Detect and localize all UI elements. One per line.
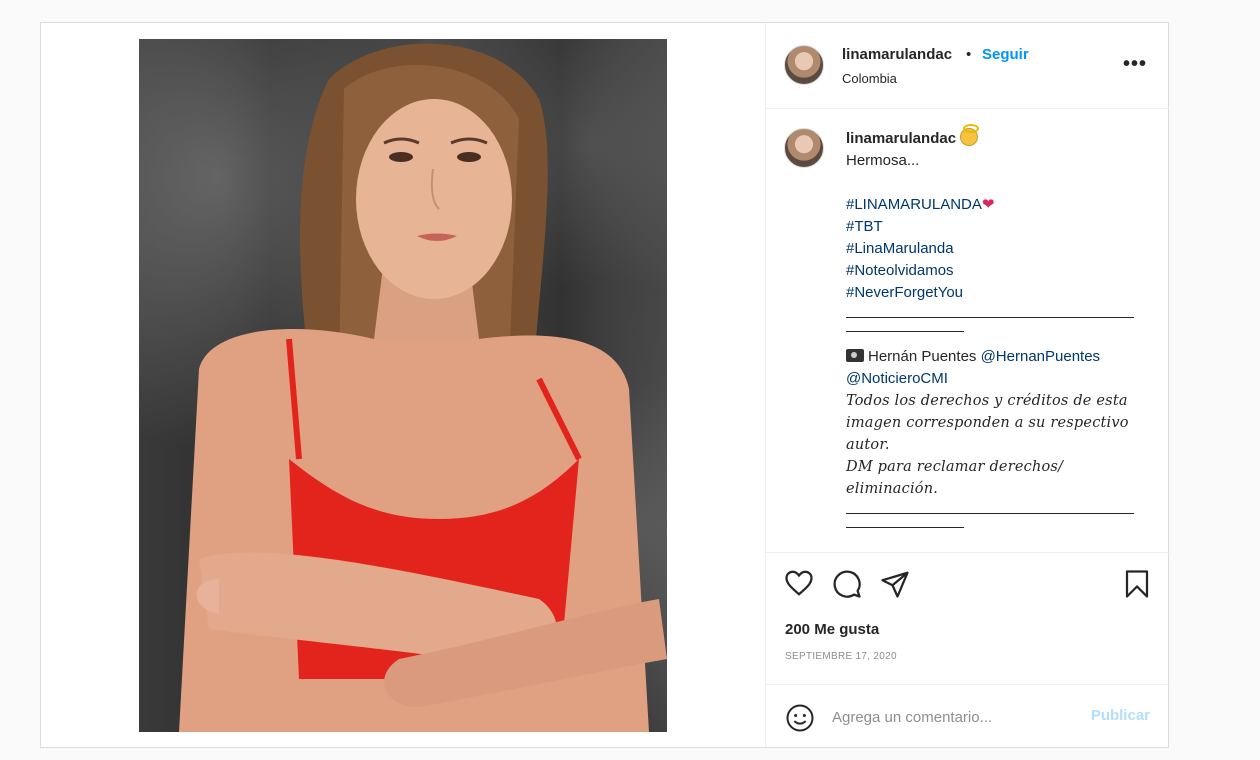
author-avatar[interactable] [784,45,824,85]
bookmark-icon[interactable] [1124,569,1150,604]
hashtag-link[interactable]: #LINAMARULANDA❤ [846,194,1146,216]
caption-body: linamarulandac Hermosa... #LINAMARULANDA… [846,124,1146,528]
credit-name: Hernán Puentes [868,348,977,365]
hashtag-link[interactable]: #TBT [846,216,1146,238]
smiley-icon[interactable] [785,703,815,738]
divider-line [846,500,1134,514]
divider-line [846,304,1134,318]
hashtag-link[interactable]: #NeverForgetYou [846,282,1146,304]
post-header: linamarulandac • Seguir Colombia ••• [766,23,1169,109]
caption-username[interactable]: linamarulandac [846,130,956,147]
credit-line: Hernán Puentes @HernanPuentes [846,346,1146,368]
comment-icon[interactable] [832,569,862,604]
caption-text: Hermosa... [846,152,920,169]
rights-text: Todos los derechos y créditos de esta im… [846,393,1129,453]
rights-text-2: DM para reclamar derechos/ eliminación. [846,459,1064,497]
caption-avatar[interactable] [784,128,824,168]
follow-button[interactable]: Seguir [982,46,1029,63]
halo-face-emoji-icon [960,124,980,146]
post-caption: linamarulandac Hermosa... #LINAMARULANDA… [766,110,1170,552]
divider-line [846,514,964,528]
separator-dot: • [966,46,972,63]
divider-line [846,318,964,332]
instagram-post: linamarulandac • Seguir Colombia ••• lin… [40,22,1170,748]
send-icon[interactable] [880,569,910,604]
camera-icon [846,349,864,362]
author-username[interactable]: linamarulandac [842,46,952,63]
post-date[interactable]: SEPTIEMBRE 17, 2020 [785,651,897,662]
heart-emoji-icon: ❤ [981,196,995,213]
ellipsis-icon[interactable]: ••• [1123,53,1147,76]
post-actions: 200 Me gusta SEPTIEMBRE 17, 2020 [766,552,1170,684]
comment-input[interactable] [832,706,1072,728]
post-sidebar: linamarulandac • Seguir Colombia ••• lin… [765,23,1170,747]
comment-box: Publicar [766,684,1170,747]
post-photo[interactable] [139,39,667,732]
likes-count[interactable]: 200 Me gusta [785,621,879,638]
publish-button[interactable]: Publicar [1091,707,1150,724]
author-location[interactable]: Colombia [842,71,897,86]
hashtag-link[interactable]: #LinaMarulanda [846,238,1146,260]
heart-icon[interactable] [784,569,814,602]
hashtag-link[interactable]: #Noteolvidamos [846,260,1146,282]
mention-link[interactable]: @HernanPuentes [981,348,1100,365]
post-media [41,23,765,747]
mention-link[interactable]: @NoticieroCMI [846,370,948,387]
